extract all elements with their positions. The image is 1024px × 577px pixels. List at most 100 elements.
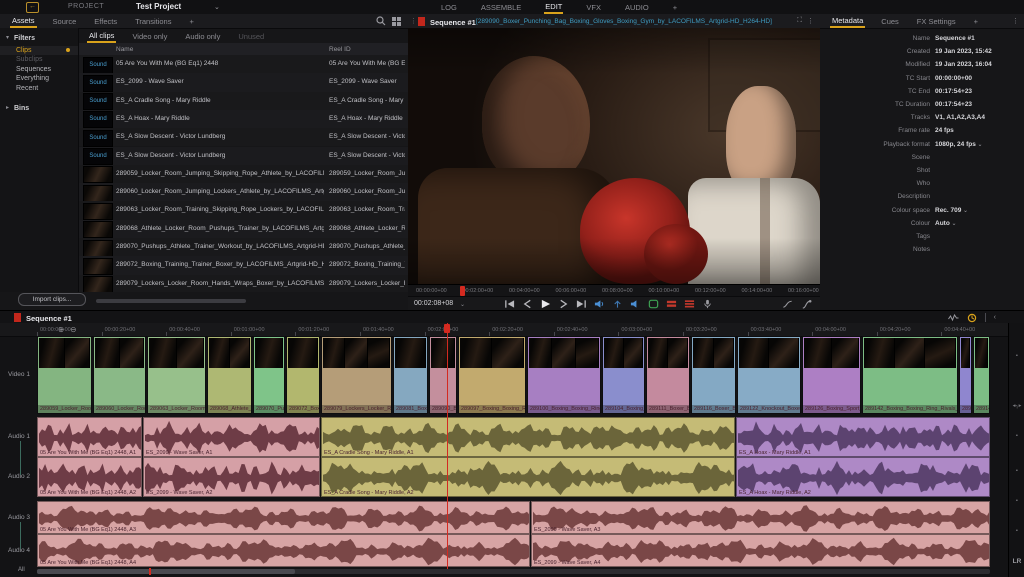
filter-item-subclips[interactable]: Subclips bbox=[0, 55, 78, 65]
timeline-audio-clip[interactable]: 05 Are You With Me (BG Eq1) 2448, A4 bbox=[37, 534, 530, 567]
timeline-audio-clip[interactable]: ES_2099 - Wave Saver, A4 bbox=[531, 534, 990, 567]
mode-tab-+[interactable]: + bbox=[672, 1, 678, 13]
timeline-video-clip[interactable]: 289081_Boxer_Hands bbox=[393, 336, 428, 414]
video-monitor[interactable] bbox=[408, 28, 820, 284]
column-reel-id[interactable]: Reel ID bbox=[329, 46, 351, 53]
table-row[interactable]: 289072_Boxing_Training_Trainer_Boxer_by_… bbox=[79, 256, 408, 274]
table-row[interactable]: SoundES_A Slow Descent - Victor Lundberg… bbox=[79, 147, 408, 165]
clip-tab-video-only[interactable]: Video only bbox=[130, 30, 169, 42]
rail-dot-icon[interactable]: ▪ bbox=[1009, 433, 1024, 439]
mode-tab-audio[interactable]: AUDIO bbox=[624, 1, 650, 13]
timeline-audio-clip[interactable]: 05 Are You With Me (BG Eq1) 2448, A1 bbox=[37, 417, 142, 457]
timeline-video-clip[interactable]: 289100_Boxing_Boxing_Ring_Boxing_Jud bbox=[527, 336, 601, 414]
column-name[interactable]: Name bbox=[116, 46, 133, 53]
timeline-audio-clip[interactable]: ES_A Cradle Song - Mary Riddle, A1 bbox=[321, 417, 735, 457]
trim-tool-icon[interactable] bbox=[782, 299, 793, 309]
mode-tab-log[interactable]: LOG bbox=[440, 1, 458, 13]
timeline-audio-clip[interactable]: ES_A Cradle Song - Mary Riddle, A2 bbox=[321, 457, 735, 497]
audio-monitor-icon[interactable] bbox=[594, 299, 605, 309]
panel-tab-+[interactable]: + bbox=[187, 15, 195, 27]
metadata-value[interactable]: 1080p, 24 fps ⌄ bbox=[935, 141, 983, 148]
timeline-video-clip[interactable]: 289126_Boxing_Sport_Boxer_Pun bbox=[802, 336, 861, 414]
timeline-video-clip[interactable]: 289122_Knockout_Boxer_Rested_Rin bbox=[737, 336, 801, 414]
playhead-handle[interactable] bbox=[444, 324, 450, 333]
timeline-video-clip[interactable]: 289111_Boxer_Boxing_Boxi bbox=[646, 336, 690, 414]
clip-tab-unused[interactable]: Unused bbox=[236, 30, 266, 42]
timeline-video-clip[interactable]: 289104_Boxing_Boxing_T bbox=[602, 336, 645, 414]
timeline-audio-clip[interactable]: ES_2099 - Wave Saver, A1 bbox=[143, 417, 320, 457]
metadata-tab-fx-settings[interactable]: FX Settings bbox=[915, 15, 958, 27]
filter-item-everything[interactable]: Everything bbox=[0, 74, 78, 84]
table-row[interactable]: SoundES_A Hoax - Mary RiddleES_A Hoax - … bbox=[79, 110, 408, 128]
mode-tab-vfx[interactable]: VFX bbox=[585, 1, 602, 13]
chevron-down-icon[interactable]: ⌄ bbox=[976, 142, 983, 148]
project-name[interactable]: Test Project bbox=[136, 2, 181, 11]
timeline-audio-clip[interactable]: ES_A Hoax - Mary Riddle, A2 bbox=[736, 457, 990, 497]
rail-dot-icon[interactable]: ▪ bbox=[1009, 498, 1024, 504]
clip-tab-audio-only[interactable]: Audio only bbox=[183, 30, 222, 42]
video-tracks-icon[interactable] bbox=[666, 299, 677, 309]
table-row[interactable]: 289070_Pushups_Athlete_Trainer_Workout_b… bbox=[79, 238, 408, 256]
table-row[interactable]: SoundES_2099 - Wave SaverES_2099 - Wave … bbox=[79, 73, 408, 91]
table-row[interactable]: 289079_Lockers_Locker_Room_Hands_Wraps_B… bbox=[79, 275, 408, 293]
settings-tool-icon[interactable] bbox=[801, 299, 812, 309]
audio-monitor-2-icon[interactable] bbox=[630, 299, 641, 309]
timeline-video-clip[interactable]: 289097_Boxing_Boxing_Ring_Boxer_B bbox=[458, 336, 526, 414]
timeline-audio-clip[interactable]: ES_A Hoax - Mary Riddle, A1 bbox=[736, 417, 990, 457]
timeline-video-clip[interactable]: 289068_Athlete_Locker_R bbox=[207, 336, 252, 414]
fit-icon[interactable]: ⛶ bbox=[797, 17, 802, 25]
viewer-title[interactable]: Sequence #1 bbox=[430, 18, 476, 27]
timeline-audio-clip[interactable]: ES_2099 - Wave Saver, A2 bbox=[143, 457, 320, 497]
table-row[interactable]: 289059_Locker_Room_Jumping_Skipping_Rope… bbox=[79, 165, 408, 183]
metadata-tab-metadata[interactable]: Metadata bbox=[830, 14, 865, 28]
filter-item-recent[interactable]: Recent bbox=[0, 84, 78, 94]
bins-header[interactable]: ▸ Bins bbox=[0, 104, 78, 114]
timeline-video-clip[interactable]: 289147_ bbox=[973, 336, 990, 414]
more-icon[interactable]: ⋮ bbox=[1012, 17, 1019, 25]
timeline-video-clip[interactable]: 289072_Boxing_Tra bbox=[286, 336, 320, 414]
viewer-playhead[interactable] bbox=[460, 286, 465, 296]
table-row[interactable]: 289060_Locker_Room_Jumping_Lockers_Athle… bbox=[79, 183, 408, 201]
panel-tab-assets[interactable]: Assets bbox=[10, 14, 37, 28]
table-row[interactable]: SoundES_A Cradle Song - Mary RiddleES_A … bbox=[79, 92, 408, 110]
overview-visible-range[interactable] bbox=[37, 569, 295, 574]
grid-icon[interactable] bbox=[392, 17, 401, 26]
timeline-video-clip[interactable]: 289079_Lockers_Locker_Room_Hands bbox=[321, 336, 392, 414]
timeline-audio-clip[interactable]: 05 Are You With Me (BG Eq1) 2448, A2 bbox=[37, 457, 142, 497]
chevron-down-icon[interactable]: ⌄ bbox=[950, 221, 957, 227]
panel-tab-transitions[interactable]: Transitions bbox=[133, 15, 173, 27]
mic-icon[interactable] bbox=[702, 299, 713, 309]
panel-tab-effects[interactable]: Effects bbox=[92, 15, 119, 27]
search-icon[interactable] bbox=[376, 16, 386, 26]
level-up-icon[interactable] bbox=[612, 299, 623, 309]
rail-trim-icons[interactable]: ◂╮▸ bbox=[1009, 403, 1024, 409]
table-row[interactable]: 289063_Locker_Room_Training_Skipping_Rop… bbox=[79, 201, 408, 219]
more-icon[interactable]: ⋮ bbox=[807, 17, 814, 25]
horizontal-scrollbar[interactable] bbox=[96, 299, 246, 303]
rail-dot-icon[interactable]: ▪ bbox=[1009, 468, 1024, 474]
table-row[interactable]: Sound05 Are You With Me (BG Eq1) 244805 … bbox=[79, 55, 408, 73]
track-label-audio1[interactable]: Audio 1 bbox=[8, 433, 30, 440]
timeline-video-clip[interactable]: 289059_Locker_Room_Jump bbox=[37, 336, 92, 414]
chevron-down-icon[interactable]: ⌄ bbox=[961, 208, 968, 214]
jump-end-icon[interactable] bbox=[576, 299, 587, 309]
filter-item-sequences[interactable]: Sequences bbox=[0, 65, 78, 75]
metadata-value[interactable]: Auto ⌄ bbox=[935, 220, 957, 227]
rail-dot-icon[interactable]: ▪ bbox=[1009, 528, 1024, 534]
timeline-video-clip[interactable]: 289116_Boxer_Boxing_R bbox=[691, 336, 736, 414]
table-row[interactable]: 289068_Athlete_Locker_Room_Pushups_Train… bbox=[79, 220, 408, 238]
exit-project-icon[interactable]: ← bbox=[26, 2, 39, 13]
track-label-video1[interactable]: Video 1 bbox=[8, 371, 30, 378]
filters-header[interactable]: ▾ Filters bbox=[0, 34, 78, 44]
filter-item-clips[interactable]: Clips bbox=[0, 46, 78, 56]
playhead-line[interactable] bbox=[447, 323, 448, 569]
current-clip-reference[interactable]: [289090_Boxer_Punching_Bag_Boxing_Gloves… bbox=[476, 18, 796, 25]
timeline-audio-clip[interactable]: 05 Are You With Me (BG Eq1) 2448, A3 bbox=[37, 501, 530, 534]
timeline-video-clip[interactable]: 289063_Locker_Room_Training_Sk bbox=[147, 336, 206, 414]
import-clips-button[interactable]: Import clips... bbox=[18, 293, 86, 306]
chevron-down-icon[interactable]: ⌄ bbox=[460, 301, 465, 308]
safe-area-icon[interactable] bbox=[648, 299, 659, 309]
table-row[interactable]: SoundES_A Slow Descent - Victor Lundberg… bbox=[79, 128, 408, 146]
step-forward-icon[interactable] bbox=[558, 299, 569, 309]
clip-tab-all-clips[interactable]: All clips bbox=[87, 29, 116, 43]
